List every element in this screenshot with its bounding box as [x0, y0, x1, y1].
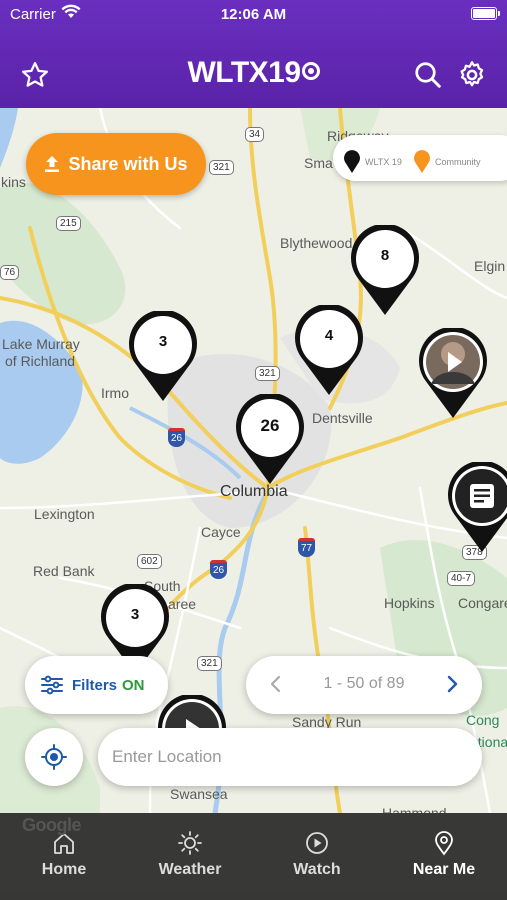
black-pin-icon	[344, 150, 360, 173]
route-shield: 321	[197, 656, 222, 671]
map-legend: WLTX 19 Community	[333, 135, 507, 181]
place-label: Irmo	[101, 385, 129, 401]
upload-icon	[45, 156, 60, 172]
tab-near-me[interactable]: Near Me	[381, 813, 507, 900]
place-label: Sma	[304, 155, 333, 171]
google-attribution: Google	[22, 815, 82, 835]
tab-weather[interactable]: Weather	[127, 813, 253, 900]
cluster-count: 26	[260, 416, 280, 435]
legend-label: Community	[435, 157, 481, 167]
place-label: aree	[168, 596, 197, 612]
clock: 12:06 AM	[220, 6, 287, 23]
results-pager: 1 - 50 of 89	[246, 656, 482, 714]
tab-watch[interactable]: Watch	[254, 813, 380, 900]
place-label: Lexington	[34, 506, 95, 522]
tab-label: Near Me	[412, 861, 476, 878]
search-icon[interactable]	[413, 60, 443, 90]
filters-state: ON	[122, 676, 145, 694]
place-label: Dentsville	[312, 410, 373, 426]
legend-label: WLTX 19	[365, 157, 402, 167]
cluster-pin-shape	[351, 223, 419, 315]
share-with-us-button[interactable]: Share with Us	[26, 133, 206, 195]
filters-button[interactable]: Filters ON	[25, 656, 168, 714]
battery-icon	[471, 7, 500, 20]
app-header: Carrier 12:06 AM WLTX19	[0, 0, 507, 108]
share-button-label: Share with Us	[68, 153, 188, 174]
route-shield: 76	[0, 265, 20, 280]
gear-icon[interactable]	[457, 60, 487, 90]
orange-pin-icon	[414, 150, 430, 173]
chevron-right-icon[interactable]	[440, 672, 464, 696]
place-label: of Richland	[5, 353, 76, 369]
interstate-shield: 26	[210, 560, 228, 579]
cluster-count: 3	[158, 333, 168, 350]
filters-label: Filters	[72, 676, 118, 694]
route-shield: 602	[137, 554, 162, 569]
place-label: Swansea	[170, 786, 228, 802]
tab-label: Home	[41, 861, 87, 878]
interstate-shield: 26	[168, 428, 186, 447]
cbs-eye-icon	[301, 62, 320, 80]
place-label: Elgin	[474, 258, 506, 274]
place-label: Hammond	[382, 805, 447, 813]
interstate-shield: 77	[298, 538, 316, 557]
video-pin[interactable]	[417, 326, 489, 420]
place-label: Red Bank	[33, 563, 95, 579]
cluster-pin[interactable]: 4	[293, 303, 365, 397]
tab-label: Watch	[293, 861, 341, 878]
video-pin-shape	[419, 326, 487, 418]
article-pin-shape	[448, 460, 507, 552]
place-label: Congaree	[458, 595, 507, 611]
my-location-button[interactable]	[25, 728, 83, 786]
cluster-pin[interactable]: 3	[127, 309, 199, 403]
play-circle-icon	[306, 832, 328, 854]
status-bar: Carrier 12:06 AM	[0, 0, 507, 30]
legend-item-community: Community	[413, 150, 481, 174]
cluster-pin[interactable]: 8	[349, 223, 421, 317]
place-label: Cong	[466, 712, 500, 728]
place-label: Blythewood	[280, 235, 353, 251]
cluster-pin-shape	[236, 392, 304, 484]
place-label: kins	[1, 174, 26, 190]
location-pin-icon	[435, 831, 453, 856]
map-view[interactable]: Ridgeway Blythewood Elgin Lake Murray of…	[0, 108, 507, 813]
route-shield: 40-7	[447, 571, 476, 586]
crosshair-icon	[41, 744, 67, 770]
place-label: Hopkins	[384, 595, 435, 611]
article-pin[interactable]	[446, 460, 507, 554]
legend-item-wltx: WLTX 19	[343, 150, 402, 174]
cluster-count: 8	[380, 247, 390, 264]
logo-text: WLTX19	[187, 56, 301, 89]
cluster-count: 3	[130, 606, 140, 623]
route-shield: 321	[209, 160, 234, 175]
cluster-count: 4	[324, 327, 334, 344]
cluster-pin-shape	[129, 309, 197, 401]
sliders-icon	[41, 675, 63, 695]
route-shield: 215	[56, 216, 81, 231]
place-label: Lake Murray	[2, 336, 80, 352]
cluster-pin-shape	[295, 303, 363, 395]
tab-label: Weather	[158, 861, 222, 878]
cluster-pin[interactable]: 26	[234, 392, 306, 486]
place-label: Cayce	[201, 524, 241, 540]
route-shield: 321	[255, 366, 280, 381]
sun-icon	[178, 831, 202, 855]
route-shield: 34	[245, 127, 265, 142]
location-search-input[interactable]	[98, 728, 482, 786]
